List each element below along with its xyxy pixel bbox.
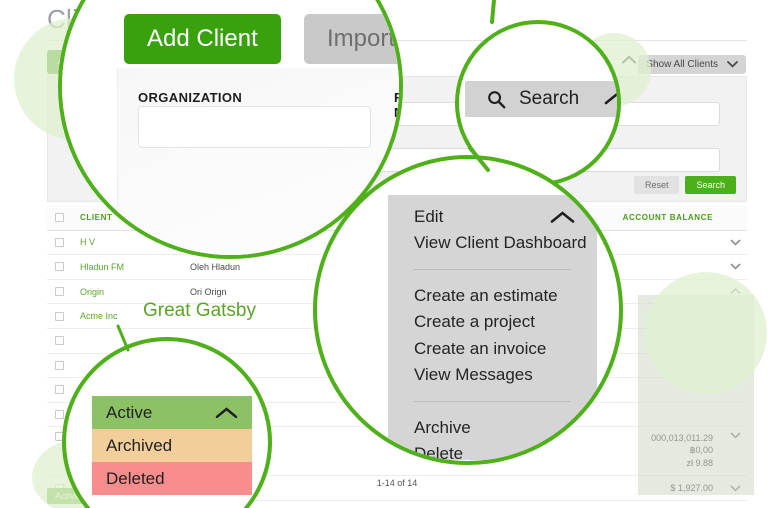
- lens-leader-lines: [116, 0, 496, 352]
- screenshot-root: Clients Add Client Show All Clients ORGA…: [0, 0, 768, 508]
